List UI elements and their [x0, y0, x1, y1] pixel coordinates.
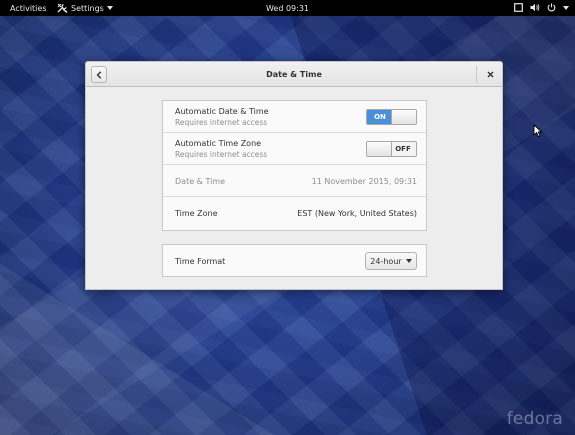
- time-format-dropdown[interactable]: 24-hour: [365, 252, 417, 270]
- clock[interactable]: Wed 09:31: [0, 4, 575, 13]
- auto-timezone-label: Automatic Time Zone: [175, 139, 262, 148]
- time-format-row: Time Format 24-hour: [163, 245, 426, 277]
- top-bar: Activities Settings Wed 09:31: [0, 0, 575, 16]
- datetime-value: 11 November 2015, 09:31: [311, 177, 417, 186]
- datetime-row: Date & Time 11 November 2015, 09:31: [163, 165, 426, 197]
- chevron-down-icon: [405, 259, 412, 263]
- timezone-row[interactable]: Time Zone EST (New York, United States): [163, 197, 426, 229]
- datetime-label: Date & Time: [175, 177, 226, 186]
- time-format-panel: Time Format 24-hour: [162, 244, 427, 277]
- timezone-label: Time Zone: [175, 209, 218, 218]
- auto-timezone-row: Automatic Time Zone Requires internet ac…: [163, 133, 426, 165]
- window-title: Date & Time: [266, 70, 322, 79]
- close-icon: [487, 71, 493, 77]
- switch-knob: [391, 110, 416, 124]
- fedora-logo: fedora: [506, 409, 563, 429]
- header-bar: Date & Time: [86, 62, 502, 87]
- time-format-value: 24-hour: [370, 256, 402, 266]
- auto-timezone-switch[interactable]: OFF: [366, 141, 417, 157]
- auto-datetime-label: Automatic Date & Time: [175, 107, 269, 116]
- header-separator: [476, 66, 477, 83]
- power-icon: [547, 3, 556, 12]
- timezone-value: EST (New York, United States): [297, 209, 417, 218]
- switch-knob: [367, 142, 392, 156]
- date-time-window: Date & Time Automatic Date & Time Requir…: [85, 61, 503, 290]
- chevron-down-icon: [563, 5, 569, 10]
- auto-datetime-row: Automatic Date & Time Requires internet …: [163, 101, 426, 133]
- auto-timezone-sublabel: Requires internet access: [175, 150, 268, 159]
- system-tray[interactable]: [514, 3, 569, 12]
- volume-icon: [530, 3, 540, 12]
- screen-icon: [514, 3, 523, 12]
- time-format-label: Time Format: [175, 257, 226, 266]
- auto-datetime-switch[interactable]: ON: [366, 109, 417, 125]
- mouse-pointer-icon: [533, 124, 543, 138]
- switch-on-label: ON: [367, 110, 393, 124]
- close-button[interactable]: [485, 69, 495, 79]
- switch-off-label: OFF: [395, 145, 411, 153]
- settings-list: Automatic Date & Time Requires internet …: [162, 100, 427, 231]
- auto-datetime-sublabel: Requires internet access: [175, 118, 268, 127]
